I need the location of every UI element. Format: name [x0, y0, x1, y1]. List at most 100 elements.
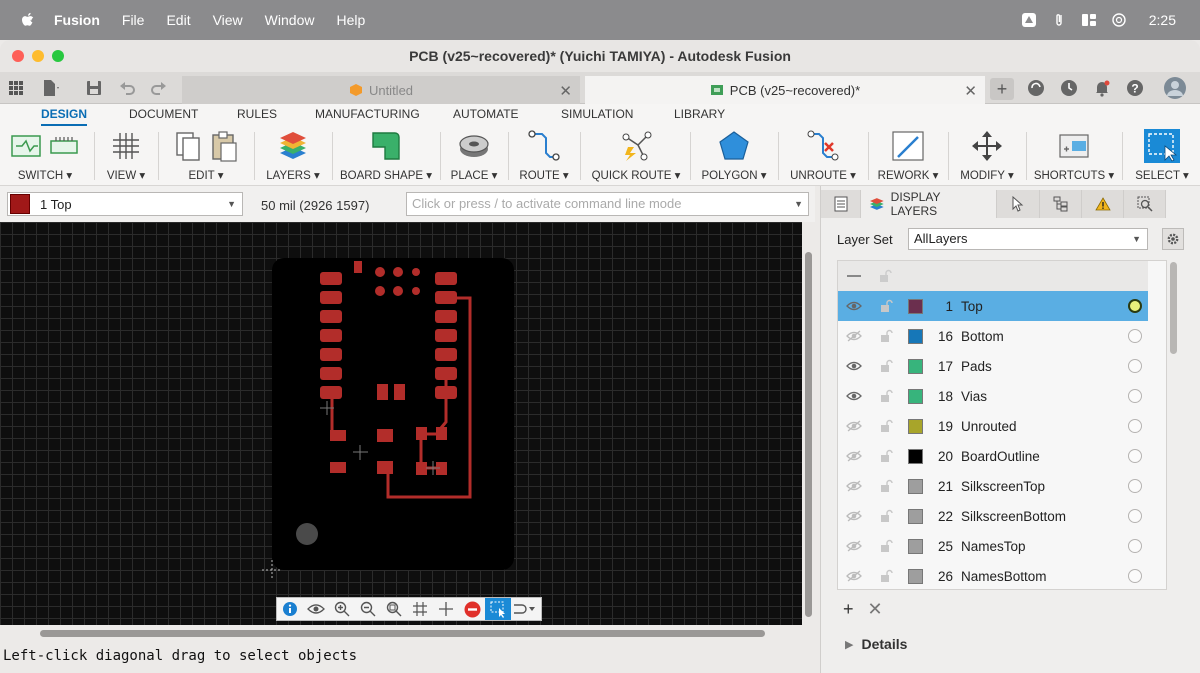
tab-inspect[interactable] [1124, 190, 1166, 218]
unroute-group[interactable]: UNROUTE ▾ [784, 126, 862, 186]
layer-row[interactable]: 20 BoardOutline [838, 441, 1148, 471]
job-status-icon[interactable] [1059, 78, 1079, 98]
file-menu-icon[interactable] [40, 78, 60, 98]
toggle-all-visibility-icon[interactable] [847, 275, 861, 277]
view-group[interactable]: VIEW ▾ [100, 126, 152, 186]
layer-color-swatch[interactable] [908, 538, 923, 554]
unlock-icon[interactable] [862, 359, 893, 373]
eye-icon[interactable] [838, 390, 862, 402]
tab-simulation[interactable]: SIMULATION [561, 107, 633, 124]
layer-color-swatch[interactable] [908, 448, 923, 464]
layer-row[interactable]: 21 SilkscreenTop [838, 471, 1148, 501]
board-shape-group[interactable]: BOARD SHAPE ▾ [338, 126, 434, 186]
layer-color-swatch[interactable] [908, 358, 923, 374]
select-group[interactable]: SELECT ▾ [1130, 126, 1194, 186]
selection-filter-icon[interactable] [485, 598, 511, 620]
details-section[interactable]: ▶ Details [837, 630, 1200, 658]
layer-settings-button[interactable] [1162, 228, 1184, 250]
tab-design-tree[interactable] [1040, 190, 1082, 218]
modify-group[interactable]: MODIFY ▾ [954, 126, 1020, 186]
active-layer-radio[interactable] [1128, 389, 1142, 403]
layer-color-swatch[interactable] [908, 568, 923, 584]
tab-drc-warnings[interactable] [1082, 190, 1124, 218]
zoom-window-button[interactable] [52, 50, 64, 62]
unlock-icon[interactable] [862, 509, 893, 523]
layer-color-swatch[interactable] [908, 388, 923, 404]
tab-automate[interactable]: AUTOMATE [453, 107, 519, 124]
eye-hidden-icon[interactable] [838, 420, 862, 432]
active-layer-radio[interactable] [1128, 329, 1142, 343]
board-canvas[interactable] [0, 222, 802, 625]
layer-color-swatch[interactable] [908, 328, 923, 344]
polygon-group[interactable]: POLYGON ▾ [696, 126, 772, 186]
menu-file[interactable]: File [122, 12, 145, 28]
layer-list-scrollbar[interactable] [1170, 262, 1177, 354]
zoom-out-icon[interactable] [355, 598, 381, 620]
unlock-icon[interactable] [862, 329, 893, 343]
menu-app-fusion[interactable]: Fusion [54, 12, 100, 28]
stop-icon[interactable] [459, 598, 485, 620]
apple-icon[interactable] [18, 10, 38, 30]
quick-route-group[interactable]: QUICK ROUTE ▾ [586, 126, 686, 186]
shortcuts-group[interactable]: SHORTCUTS ▾ [1032, 126, 1116, 186]
menu-view[interactable]: View [213, 12, 243, 28]
unlock-icon[interactable] [862, 389, 893, 403]
command-line-input[interactable]: Click or press / to activate command lin… [406, 192, 809, 216]
tab-display-layers[interactable]: DISPLAY LAYERS [861, 190, 997, 218]
active-layer-radio[interactable] [1128, 569, 1142, 583]
paperclip-icon[interactable] [1051, 12, 1067, 28]
eye-hidden-icon[interactable] [838, 480, 862, 492]
visibility-eye-icon[interactable] [303, 598, 329, 620]
unlock-icon[interactable] [862, 479, 893, 493]
tab-design[interactable]: DESIGN [41, 107, 88, 126]
menu-help[interactable]: Help [336, 12, 365, 28]
layer-color-swatch[interactable] [908, 478, 923, 494]
unlock-icon[interactable] [862, 569, 893, 583]
eye-hidden-icon[interactable] [838, 570, 862, 582]
place-group[interactable]: PLACE ▾ [446, 126, 502, 186]
layer-color-swatch[interactable] [908, 508, 923, 524]
tab-library[interactable]: LIBRARY [674, 107, 725, 124]
eye-hidden-icon[interactable] [838, 540, 862, 552]
undo-icon[interactable] [117, 78, 137, 98]
active-layer-radio[interactable] [1128, 509, 1142, 523]
help-icon[interactable]: ? [1125, 78, 1145, 98]
edit-group[interactable]: EDIT ▾ [164, 126, 248, 186]
active-layer-radio[interactable] [1128, 419, 1142, 433]
chatgpt-icon[interactable] [1111, 12, 1127, 28]
grid-icon[interactable] [407, 598, 433, 620]
layer-row[interactable]: 18 Vias [838, 381, 1148, 411]
minimize-window-button[interactable] [32, 50, 44, 62]
layer-row[interactable]: 16 Bottom [838, 321, 1148, 351]
menubar-clock[interactable]: 2:25 [1149, 12, 1176, 28]
menu-edit[interactable]: Edit [166, 12, 190, 28]
route-mode-icon[interactable] [511, 598, 537, 620]
tab-document[interactable]: DOCUMENT [129, 107, 198, 124]
layer-row[interactable]: 17 Pads [838, 351, 1148, 381]
tab-selection-filter[interactable] [997, 190, 1040, 218]
layer-row[interactable]: 19 Unrouted [838, 411, 1148, 441]
unlock-icon[interactable] [862, 449, 893, 463]
rework-group[interactable]: REWORK ▾ [874, 126, 942, 186]
switch-group[interactable]: SWITCH ▾ [6, 126, 84, 186]
notifications-icon[interactable] [1092, 78, 1112, 98]
layer-row[interactable]: 1 Top [838, 291, 1148, 321]
close-tab-icon[interactable]: ✕ [559, 82, 572, 100]
new-tab-button[interactable]: + [990, 78, 1014, 100]
active-layer-select[interactable]: 1 Top ▼ [7, 192, 243, 216]
user-avatar[interactable] [1163, 76, 1187, 100]
route-group[interactable]: ROUTE ▾ [514, 126, 574, 186]
tab-manufacturing[interactable]: MANUFACTURING [315, 107, 420, 124]
crosshair-icon[interactable] [433, 598, 459, 620]
layer-color-swatch[interactable] [908, 298, 923, 314]
add-layer-icon[interactable]: + [843, 599, 854, 620]
layer-set-select[interactable]: AllLayers ▼ [908, 228, 1148, 250]
eye-hidden-icon[interactable] [838, 450, 862, 462]
sync-icon[interactable] [1026, 78, 1046, 98]
eye-hidden-icon[interactable] [838, 330, 862, 342]
app-grid-icon[interactable] [6, 78, 26, 98]
drive-icon[interactable] [1021, 12, 1037, 28]
info-icon[interactable] [277, 598, 303, 620]
eye-hidden-icon[interactable] [838, 510, 862, 522]
tab-properties[interactable] [821, 190, 861, 218]
